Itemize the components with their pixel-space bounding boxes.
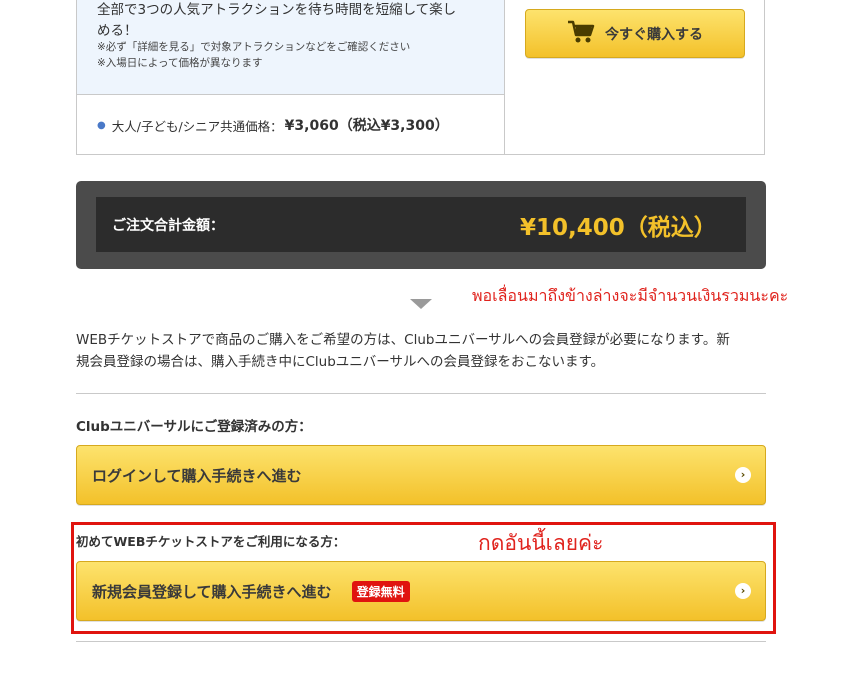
- description-line: 全部で3つの人気アトラクションを待ち時間を短縮して楽し: [97, 2, 457, 18]
- product-note: ※必ず「詳細を見る」で対象アトラクションなどをご確認ください: [97, 41, 411, 53]
- divider: [76, 641, 766, 642]
- buy-now-button[interactable]: 今すぐ購入する: [525, 9, 745, 58]
- annotation-scroll-note: พอเลื่อนมาถึงข้างล่างจะมีจำนวนเงินรวมนะค…: [472, 286, 789, 305]
- registered-user-label: Clubユニバーサルにご登録済みの方：: [76, 419, 312, 435]
- membership-info-paragraph: WEBチケットストアで商品のご購入をご希望の方は、Clubユニバーサルへの会員登…: [76, 329, 766, 373]
- price-value: ¥3,060（税込¥3,300）: [284, 118, 449, 134]
- paragraph-line: 規会員登録の場合は、購入手続き中にClubユニバーサルへの会員登録をおこないます…: [76, 354, 605, 370]
- product-note: ※入場日によって価格が異なります: [97, 57, 263, 69]
- card-divider: [504, 0, 505, 155]
- divider: [76, 393, 766, 394]
- card-divider: [77, 94, 504, 95]
- paragraph-line: WEBチケットストアで商品のご購入をご希望の方は、Clubユニバーサルへの会員登…: [76, 332, 730, 348]
- price-label: 大人/子ども/シニア共通価格：: [111, 118, 283, 134]
- arrow-down-icon: [410, 299, 432, 309]
- login-checkout-button[interactable]: ログインして購入手続きへ進む ›: [76, 445, 766, 505]
- annotation-click-note: กดอันนี้เลยค่ะ: [478, 531, 604, 555]
- login-checkout-label: ログインして購入手続きへ進む: [92, 466, 302, 485]
- order-total-value: ¥10,400（税込）: [520, 215, 717, 241]
- annotation-highlight-box: [71, 522, 776, 634]
- product-description: 全部で3つの人気アトラクションを待ち時間を短縮して楽し める！: [97, 0, 497, 42]
- cart-icon: [567, 19, 595, 49]
- description-line: める！: [97, 23, 138, 39]
- price-line: ● 大人/子ども/シニア共通価格： ¥3,060（税込¥3,300）: [97, 115, 449, 135]
- order-total-label: ご注文合計金額：: [112, 218, 224, 234]
- buy-now-label: 今すぐ購入する: [605, 26, 703, 43]
- bullet-icon: ●: [97, 119, 106, 131]
- chevron-right-icon: ›: [735, 467, 751, 483]
